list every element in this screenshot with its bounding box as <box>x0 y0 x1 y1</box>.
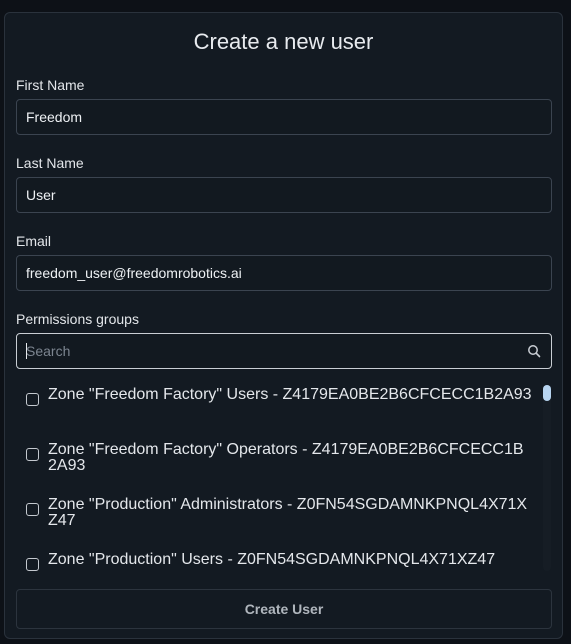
first-name-field[interactable] <box>16 99 552 135</box>
first-name-label: First Name <box>16 77 85 93</box>
text-caret <box>26 343 27 359</box>
permission-checkbox[interactable] <box>26 503 39 516</box>
create-user-dialog: Create a new user First Name Last Name E… <box>4 12 563 639</box>
last-name-field[interactable] <box>16 177 552 213</box>
permissions-search-input[interactable] <box>17 334 517 368</box>
create-user-button[interactable]: Create User <box>16 589 552 629</box>
permission-checkbox[interactable] <box>26 448 39 461</box>
permission-checkbox[interactable] <box>26 393 39 406</box>
permission-label: Zone "Production" Administrators - Z0FN5… <box>48 496 528 529</box>
permissions-groups-label: Permissions groups <box>16 311 139 327</box>
permission-item[interactable]: Zone "Freedom Factory" Operators - Z4179… <box>16 432 532 474</box>
permissions-list: Zone "Freedom Factory" Users - Z4179EA0B… <box>16 377 540 573</box>
permission-item[interactable]: Zone "Production" Administrators - Z0FN5… <box>16 487 532 529</box>
permission-label: Zone "Freedom Factory" Users - Z4179EA0B… <box>48 386 532 403</box>
dialog-title: Create a new user <box>193 29 374 54</box>
permission-checkbox[interactable] <box>26 558 39 571</box>
scrollbar-thumb[interactable] <box>543 385 551 401</box>
last-name-label: Last Name <box>16 155 84 171</box>
permission-item[interactable]: Zone "Production" Users - Z0FN54SGDAMNKP… <box>16 542 532 571</box>
search-icon[interactable] <box>527 344 541 358</box>
permission-label: Zone "Production" Users - Z0FN54SGDAMNKP… <box>48 551 496 568</box>
permissions-search-box[interactable] <box>16 333 552 369</box>
permission-label: Zone "Freedom Factory" Operators - Z4179… <box>48 441 524 474</box>
email-field[interactable] <box>16 255 552 291</box>
email-label: Email <box>16 233 52 249</box>
permissions-scrollbar[interactable] <box>543 385 551 571</box>
permission-item[interactable]: Zone "Freedom Factory" Users - Z4179EA0B… <box>16 377 532 406</box>
